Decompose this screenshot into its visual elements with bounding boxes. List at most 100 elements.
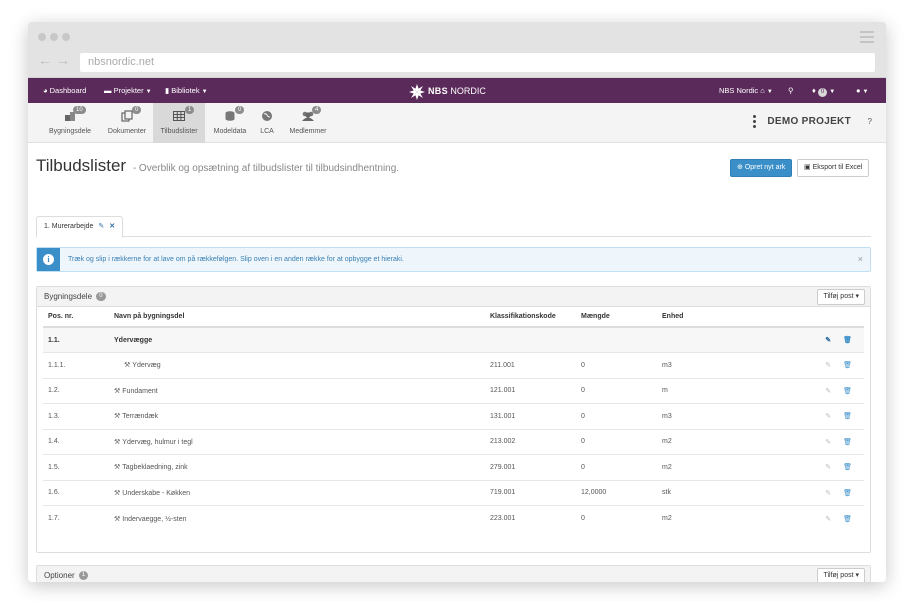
trash-icon[interactable]: 🗑 <box>843 464 852 471</box>
trash-icon[interactable]: 🗑 <box>843 413 852 420</box>
add-post-label: Tilføj post <box>823 293 854 300</box>
tab-count-badge: 10 <box>73 106 86 114</box>
tab-count-badge: 4 <box>312 106 322 114</box>
window-dot-maximize[interactable] <box>62 33 70 41</box>
trash-icon[interactable]: 🗑 <box>843 388 852 395</box>
browser-window: ← → nbsnordic.net ◕ Dashboard ▬ Projekte… <box>28 22 886 582</box>
cell-name-text: Tagbeklaedning, zink <box>122 464 188 472</box>
edit-pencil-icon[interactable]: ✎ <box>98 223 104 230</box>
table-row[interactable]: 1.6. ⚒ Underskabe - Køkken 719.001 12,000… <box>43 479 864 506</box>
table-row[interactable]: 1.5. ⚒ Tagbeklaedning, zink 279.001 0 m2 … <box>43 454 864 480</box>
add-post-button[interactable]: Tilføj post ▾ <box>817 568 865 582</box>
chevron-down-icon: ▼ <box>862 89 869 95</box>
tab-tilbudslister[interactable]: 1 Tilbudslister <box>153 103 205 143</box>
tab-dokumenter[interactable]: 0 Dokumenter <box>104 103 150 143</box>
window-dot-close[interactable] <box>38 33 46 41</box>
tab-murerarbejde[interactable]: 1. Murerarbejde ✎ ✕ <box>36 216 124 238</box>
tab-bygningsdele[interactable]: 10 Bygningsdele <box>46 103 94 143</box>
cell-qty <box>576 327 657 353</box>
table-row[interactable]: 1.1. Ydervægge ✎ 🗑 <box>43 327 864 353</box>
alert-close-icon[interactable]: × <box>858 248 863 271</box>
info-icon-box: i <box>37 248 60 271</box>
panel-title: Optioner 1 <box>44 566 89 582</box>
url-bar[interactable]: nbsnordic.net <box>80 53 875 72</box>
tab-modeldata[interactable]: 0 Modeldata <box>211 103 249 143</box>
forward-arrow-icon[interactable]: → <box>56 52 70 68</box>
cell-qty: 0 <box>576 428 657 455</box>
trash-icon[interactable]: 🗑 <box>843 362 852 369</box>
edit-pencil-icon[interactable]: ✎ <box>825 337 831 344</box>
tab-count-badge: 0 <box>235 106 245 114</box>
cell-unit <box>657 327 797 353</box>
table-row[interactable]: 1.1.1. ⚒ Ydervæg 211.001 0 m3 ✎ 🗑 <box>43 352 864 378</box>
cell-pos: 1.1.1. <box>43 352 109 378</box>
excel-file-icon: ▣ <box>804 164 811 171</box>
column-header-unit: Enhed <box>657 307 797 328</box>
dashboard-icon: ◕ <box>43 86 48 95</box>
table-row[interactable]: 1.3. ⚒ Terrændæk 131.001 0 m3 ✎ 🗑 <box>43 403 864 429</box>
trash-icon[interactable]: 🗑 <box>843 516 852 523</box>
cell-pos: 1.7. <box>43 505 109 531</box>
nav-notifications[interactable]: ♦ 0 ▼ <box>812 78 835 103</box>
cell-unit: m2 <box>657 505 797 531</box>
building-parts-panel: Bygningsdele 0 Tilføj post ▾ Pos. nr. Na… <box>36 286 871 553</box>
project-name: DEMO PROJEKT <box>767 116 851 127</box>
search-icon[interactable]: ⚲ <box>788 78 794 103</box>
browser-chrome: ← → nbsnordic.net <box>28 22 886 78</box>
new-sheet-button[interactable]: ⊕ Opret nyt ark <box>730 159 793 177</box>
nav-projekter[interactable]: ▬ Projekter ▼ <box>104 78 152 103</box>
cell-code: 213.002 <box>485 428 576 455</box>
edit-pencil-icon[interactable]: ✎ <box>825 388 831 395</box>
edit-pencil-icon[interactable]: ✎ <box>825 490 831 497</box>
column-header-name: Navn på bygningsdel <box>109 307 485 328</box>
edit-pencil-icon[interactable]: ✎ <box>825 464 831 471</box>
cell-actions: ✎ 🗑 <box>797 403 864 429</box>
nav-user-org[interactable]: NBS Nordic ⌂ ▼ <box>719 78 773 103</box>
building-part-icon: ⚒ <box>124 362 131 370</box>
cell-qty: 0 <box>576 377 657 404</box>
export-excel-button[interactable]: ▣ Eksport til Excel <box>797 159 870 177</box>
browser-menu-icon[interactable] <box>860 31 874 46</box>
trash-icon[interactable]: 🗑 <box>843 439 852 446</box>
nbs-nordic-logo[interactable]: NBS NORDIC <box>409 83 486 100</box>
add-post-button[interactable]: Tilføj post ▾ <box>817 289 865 305</box>
table-row[interactable]: 1.4. ⚒ Ydervæg, hulmur i tegl 213.002 0 m… <box>43 428 864 455</box>
user-icon: ● <box>856 86 861 95</box>
project-menu-icon[interactable] <box>753 115 756 130</box>
tab-label: Tilbudslister <box>160 128 198 135</box>
cell-actions: ✎ 🗑 <box>797 352 864 378</box>
nav-account[interactable]: ● ▼ <box>856 78 868 103</box>
cell-unit: m3 <box>657 352 797 378</box>
sheet-tabs: 1. Murerarbejde ✎ ✕ <box>36 216 871 238</box>
cell-qty: 0 <box>576 403 657 429</box>
cell-code: 121.001 <box>485 377 576 404</box>
cell-code: 223.001 <box>485 505 576 531</box>
building-part-icon: ⚒ <box>114 515 121 523</box>
help-icon[interactable]: ? <box>868 117 872 126</box>
edit-pencil-icon[interactable]: ✎ <box>825 413 831 420</box>
trash-icon[interactable]: 🗑 <box>843 490 852 497</box>
edit-pencil-icon[interactable]: ✎ <box>825 439 831 446</box>
edit-pencil-icon[interactable]: ✎ <box>825 362 831 369</box>
tab-count-badge: 0 <box>132 106 142 114</box>
trash-icon[interactable]: 🗑 <box>843 337 852 344</box>
nav-dashboard-label: Dashboard <box>49 86 87 95</box>
window-dot-minimize[interactable] <box>50 33 58 41</box>
cell-pos: 1.4. <box>43 428 109 455</box>
nav-dashboard[interactable]: ◕ Dashboard <box>43 78 86 103</box>
building-part-icon: ⚒ <box>114 438 121 446</box>
table-row[interactable]: 1.7. ⚒ Indervaegge, ½-sten 223.001 0 m2 ✎… <box>43 505 864 531</box>
tab-medlemmer[interactable]: 4 Medlemmer <box>287 103 329 143</box>
table-row[interactable]: 1.2. ⚒ Fundament 121.001 0 m ✎ 🗑 <box>43 377 864 404</box>
edit-pencil-icon[interactable]: ✎ <box>825 516 831 523</box>
page-title-text: Tilbudslister <box>36 156 127 175</box>
cell-name: Ydervægge <box>109 327 485 353</box>
back-arrow-icon[interactable]: ← <box>38 52 52 68</box>
documents-icon <box>121 110 133 122</box>
panel-header: Optioner 1 Tilføj post ▾ <box>37 566 870 582</box>
cell-name: ⚒ Tagbeklaedning, zink <box>109 454 485 480</box>
nav-bibliotek[interactable]: ▮ Bibliotek ▼ <box>165 78 208 103</box>
close-icon[interactable]: ✕ <box>109 223 115 230</box>
tab-lca[interactable]: LCA <box>255 103 279 143</box>
options-panel: Optioner 1 Tilføj post ▾ <box>36 565 871 582</box>
